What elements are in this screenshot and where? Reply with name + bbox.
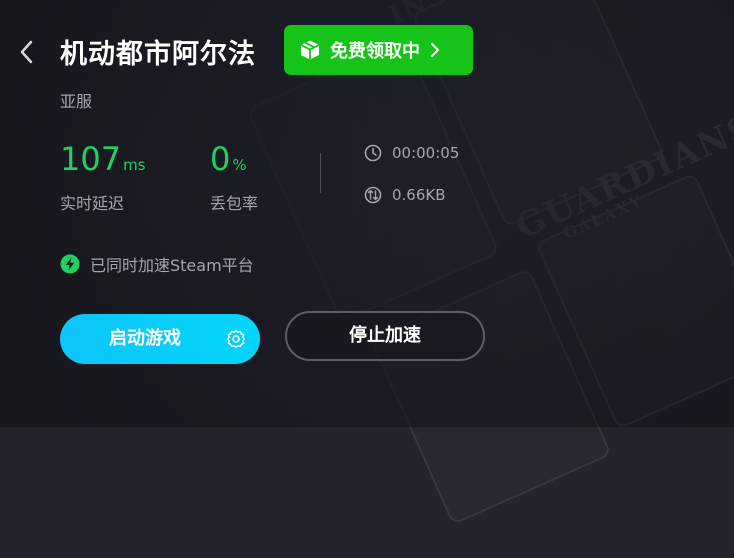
accelerator-panel: 机动都市阿尔法 免费领取中 亚服 107 ms 实时延迟 0% 丢包率 00:0… [0, 0, 734, 427]
packet-loss-label: 丢包率 [210, 194, 259, 213]
chevron-left-icon [20, 40, 33, 64]
packet-loss-value: 0 [210, 140, 231, 178]
box-icon [298, 38, 322, 62]
packet-loss-stat: 0% 丢包率 [210, 140, 258, 214]
clock-icon [364, 144, 382, 162]
traffic-icon [364, 186, 382, 204]
start-game-button[interactable]: 启动游戏 [60, 314, 260, 364]
latency-value-row: 107 ms [60, 140, 146, 184]
packet-loss-value-row: 0% [210, 140, 258, 184]
lightning-icon [60, 254, 80, 274]
steam-accel-note: 已同时加速Steam平台 [60, 252, 254, 276]
duration-value: 00:00:05 [392, 144, 460, 162]
free-claim-button[interactable]: 免费领取中 [284, 25, 473, 75]
free-claim-label: 免费领取中 [330, 41, 420, 62]
traffic-value: 0.66KB [392, 186, 446, 204]
server-region: 亚服 [60, 92, 93, 111]
packet-loss-unit: % [232, 156, 247, 174]
game-title: 机动都市阿尔法 [60, 39, 256, 70]
start-game-label: 启动游戏 [109, 328, 181, 349]
duration-row: 00:00:05 [364, 144, 459, 162]
latency-label: 实时延迟 [60, 194, 125, 213]
stop-accel-button[interactable]: 停止加速 [285, 311, 485, 361]
latency-unit: ms [123, 156, 146, 174]
latency-value: 107 [60, 140, 122, 178]
back-button[interactable] [14, 36, 38, 68]
steam-accel-text: 已同时加速Steam平台 [90, 256, 254, 275]
chevron-right-icon [430, 42, 440, 58]
gear-icon[interactable] [226, 329, 246, 349]
stats-divider [320, 153, 321, 193]
latency-stat: 107 ms 实时延迟 [60, 140, 146, 214]
traffic-row: 0.66KB [364, 186, 446, 204]
